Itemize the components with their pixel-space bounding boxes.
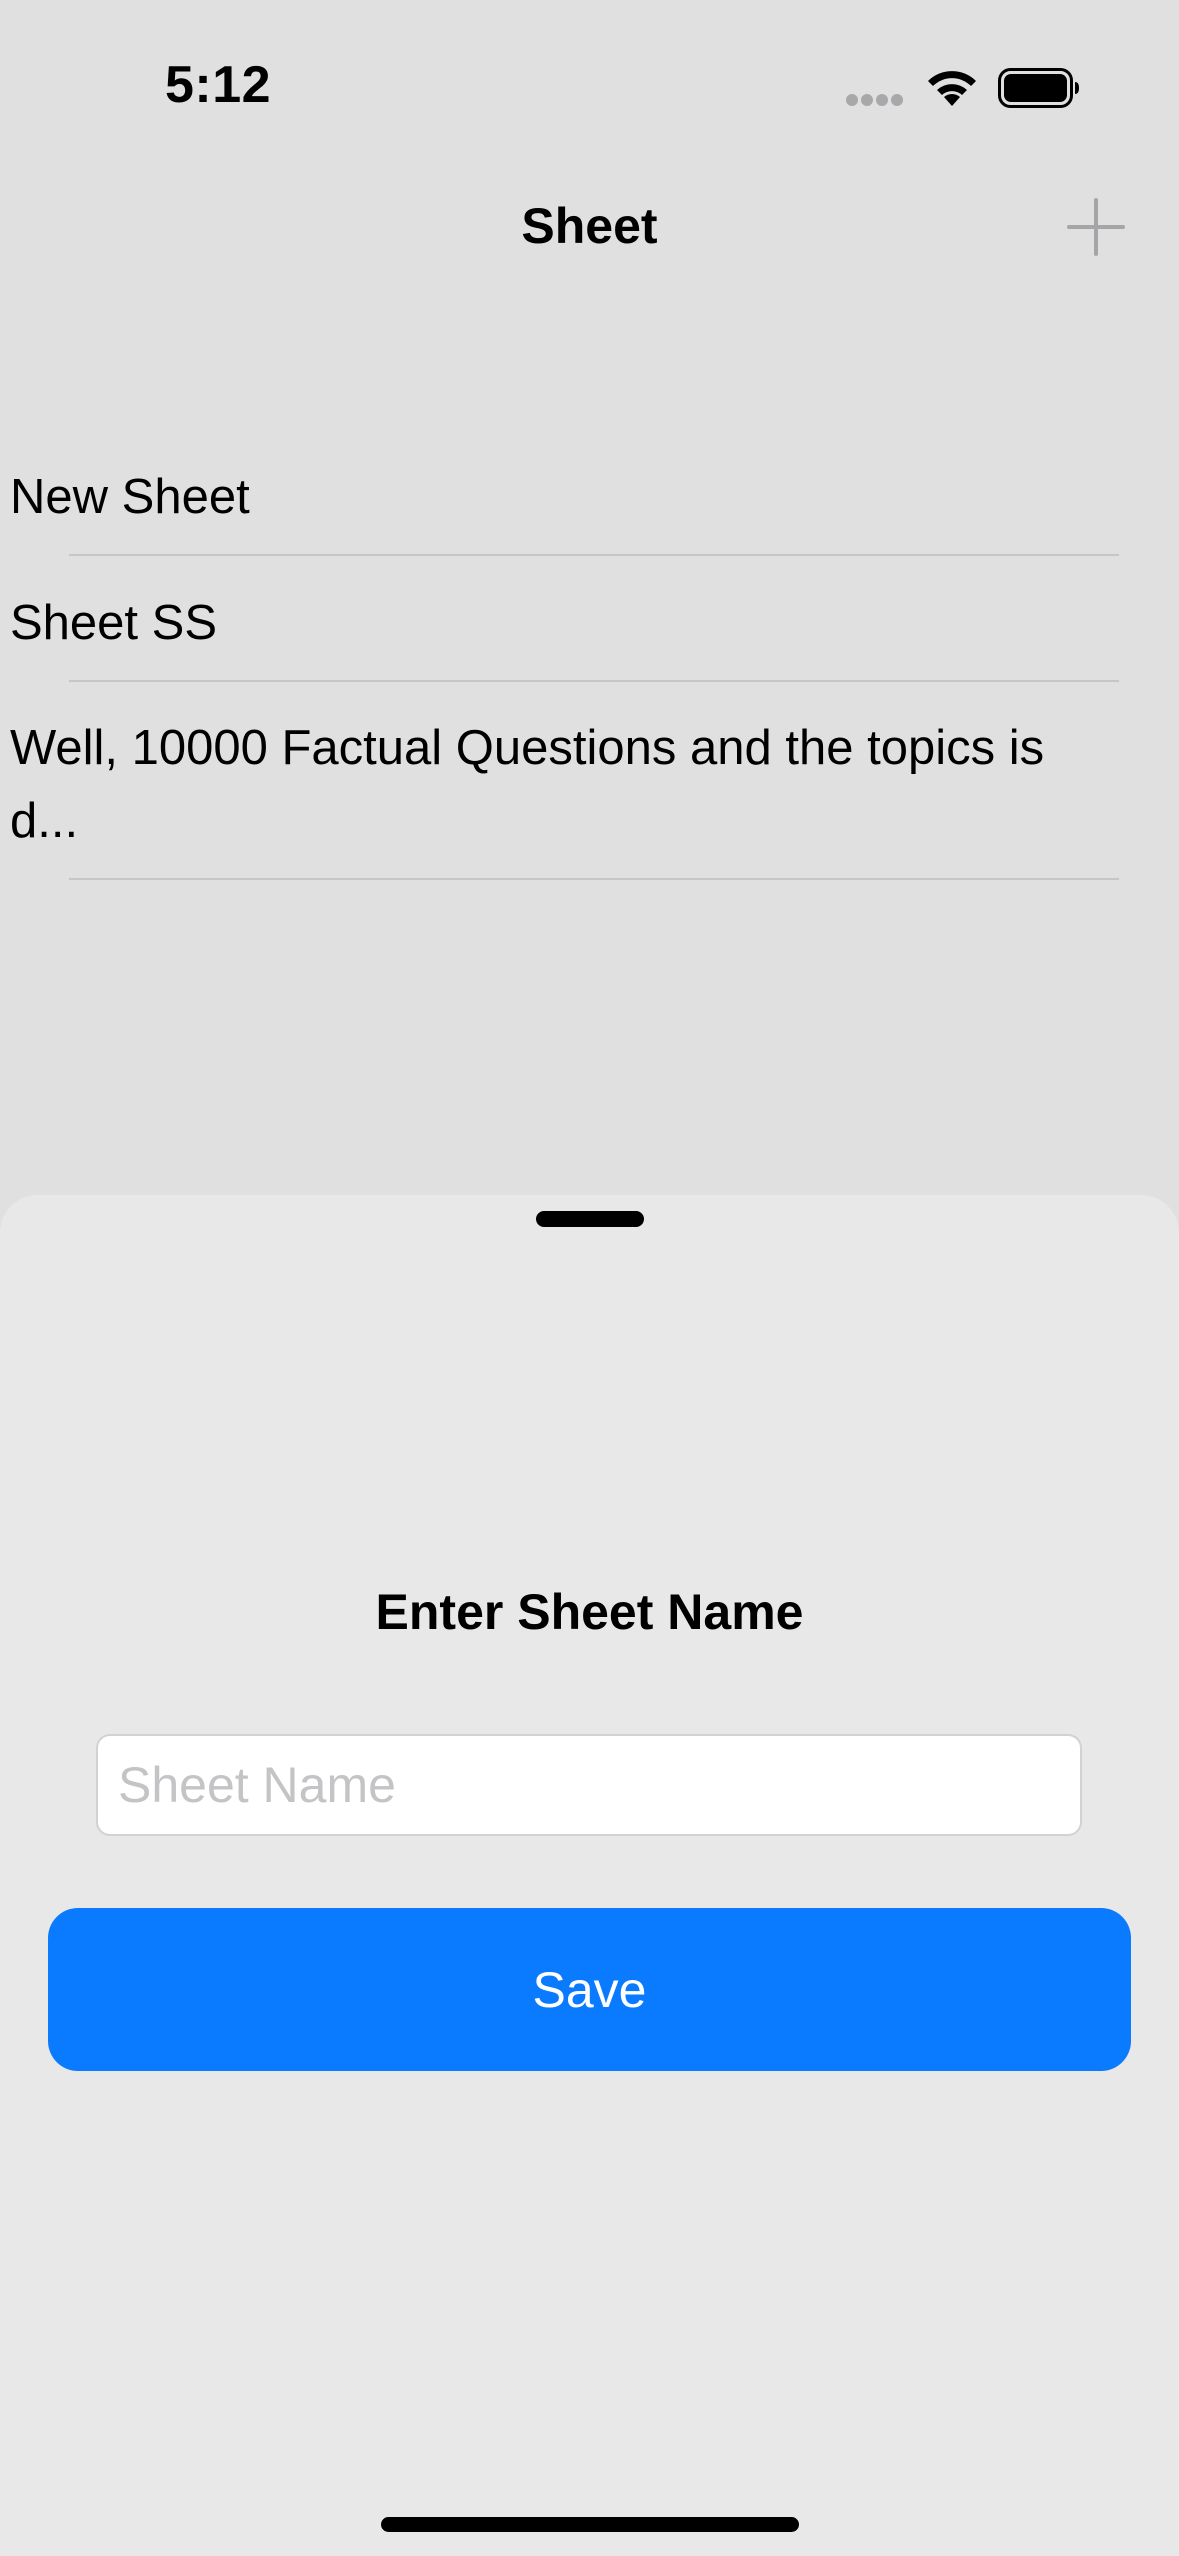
sheet-list: New Sheet Sheet SS Well, 10000 Factual Q… [0,430,1179,880]
list-item[interactable]: Sheet SS [0,556,1179,682]
sheet-name-input[interactable] [96,1734,1082,1836]
plus-icon [1067,198,1125,256]
list-item-label: Well, 10000 Factual Questions and the to… [10,721,1045,848]
list-item-label: Sheet SS [10,596,218,650]
divider [69,878,1119,880]
sheet-title: Enter Sheet Name [375,1584,804,1640]
list-item[interactable]: Well, 10000 Factual Questions and the to… [0,682,1179,880]
bottom-sheet: Enter Sheet Name Save [0,1195,1179,2556]
home-indicator [381,2517,799,2532]
status-bar: 5:12 [0,0,1179,170]
list-item[interactable]: New Sheet [0,430,1179,556]
page-title: Sheet [521,198,658,254]
cellular-signal-icon [846,94,903,106]
list-item-label: New Sheet [10,470,250,524]
sheet-grabber[interactable] [536,1211,644,1227]
wifi-icon [928,71,976,106]
status-time: 5:12 [165,56,272,114]
navigation-bar: Sheet [0,170,1179,285]
save-button[interactable]: Save [48,1908,1131,2071]
battery-icon [998,68,1079,108]
add-sheet-button[interactable] [1066,197,1126,257]
